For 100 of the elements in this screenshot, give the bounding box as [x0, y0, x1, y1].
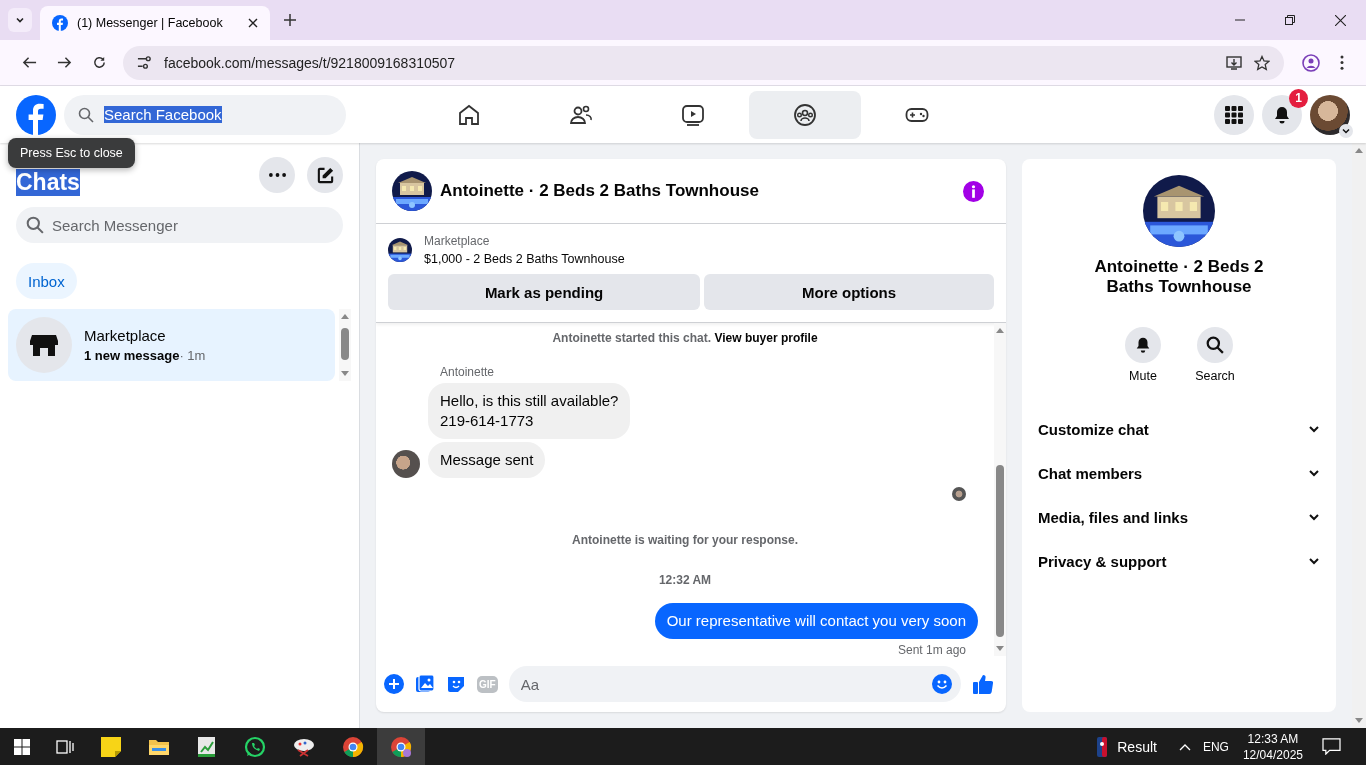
star-icon[interactable]: [1254, 54, 1270, 71]
action-label: Search: [1195, 369, 1235, 383]
chrome-taskbar-button[interactable]: [377, 728, 425, 765]
caret-icon[interactable]: [1339, 123, 1353, 138]
filter-tab[interactable]: Inbox: [16, 263, 77, 299]
new-message-button[interactable]: [307, 157, 343, 193]
menu-icon[interactable]: [1340, 55, 1344, 70]
restore-icon[interactable]: [1285, 15, 1295, 25]
mute-button[interactable]: [1125, 327, 1161, 363]
language-indicator[interactable]: ENG: [1202, 739, 1229, 754]
clock-time: 12:33 AM: [1247, 730, 1299, 747]
spreadsheet-icon[interactable]: [196, 735, 218, 758]
search-field[interactable]: Search Messenger: [16, 207, 343, 243]
search-icon: [26, 216, 44, 234]
conversation-title: Antoinette · 2 Beds 2 Baths Townhouse: [1093, 257, 1265, 297]
forward-icon[interactable]: [57, 55, 72, 70]
chrome-icon: [390, 735, 412, 758]
back-icon[interactable]: [22, 55, 37, 70]
grid-icon: [1225, 105, 1243, 124]
clock-date: 12/04/2025: [1242, 746, 1303, 763]
scroll-down-icon[interactable]: [996, 646, 1004, 651]
scroll-down-icon[interactable]: [1355, 718, 1363, 723]
install-app-icon[interactable]: [1226, 54, 1242, 71]
message-bubble: Our representative will contact you very soon: [654, 603, 978, 639]
action-label: Mute: [1129, 369, 1157, 383]
tab-title: (1) Messenger | Facebook: [77, 16, 223, 30]
section-header[interactable]: Media, files and links: [1038, 495, 1320, 539]
section-header[interactable]: Customize chat: [1038, 407, 1320, 451]
search-icon: [78, 106, 94, 123]
search-field[interactable]: Search Facebook: [64, 94, 346, 135]
phone-chat-icon[interactable]: [244, 735, 266, 758]
read-receipt-avatar: [952, 487, 966, 501]
profile-avatar[interactable]: [1310, 94, 1350, 135]
facebook-logo-icon: [52, 15, 68, 31]
video-icon: [681, 102, 705, 127]
store-icon: [16, 317, 72, 373]
system-notice: Antoinette is waiting for your response.: [571, 533, 799, 547]
message-time: 12:32 AM: [657, 573, 713, 587]
bell-icon: [1272, 104, 1292, 125]
sticker-icon[interactable]: [446, 674, 466, 694]
sticky-notes-icon[interactable]: [100, 735, 122, 758]
chevron-up-icon[interactable]: [1178, 742, 1191, 751]
listing-category: Marketplace: [424, 234, 491, 248]
tab-search-button[interactable]: [8, 8, 32, 32]
facebook-logo-icon[interactable]: [16, 94, 56, 135]
address-bar[interactable]: facebook.com/messages/t/9218009168310507: [123, 45, 1284, 80]
compose-icon: [315, 165, 335, 185]
action-button[interactable]: Mark as pending: [388, 274, 701, 310]
nav-tab[interactable]: [749, 90, 861, 139]
thumbs-up-icon[interactable]: [972, 673, 994, 695]
message-bubble: Message sent: [428, 442, 546, 478]
system-notice: Antoinette started this chat. View buyer profile: [551, 331, 819, 345]
notification-badge: 1: [1289, 88, 1308, 108]
notifications-button[interactable]: [1262, 94, 1302, 135]
browser-tab[interactable]: (1) Messenger | Facebook: [40, 6, 270, 40]
basketball-logo-icon: [1097, 736, 1108, 757]
search-button[interactable]: [1197, 327, 1233, 363]
action-button[interactable]: More options: [704, 274, 994, 310]
section-header[interactable]: Chat members: [1038, 451, 1320, 495]
scroll-down-icon[interactable]: [341, 371, 349, 376]
scroll-up-icon[interactable]: [341, 314, 349, 319]
menu-button[interactable]: [1214, 94, 1254, 135]
task-view-icon[interactable]: [56, 738, 74, 755]
buyer-profile-link[interactable]: View buyer profile: [714, 331, 818, 345]
groups-icon: [793, 102, 817, 127]
windows-start-icon[interactable]: [14, 738, 30, 755]
close-icon[interactable]: [1335, 14, 1346, 26]
chat-preview: 1 new message: [84, 348, 180, 363]
bell-icon: [1134, 336, 1152, 354]
reload-icon[interactable]: [92, 55, 107, 70]
site-settings-icon: [137, 55, 152, 70]
section-header[interactable]: Privacy & support: [1038, 539, 1320, 583]
chat-time: · 1m: [179, 348, 206, 363]
image-icon[interactable]: [415, 674, 435, 694]
chat-item[interactable]: Marketplace 1 new message· 1m: [8, 309, 335, 381]
sender-avatar: [392, 450, 420, 478]
widget-text[interactable]: Result: [1117, 738, 1157, 755]
caret-icon: [15, 15, 25, 25]
chrome-icon[interactable]: [342, 735, 364, 758]
plus-icon[interactable]: [384, 674, 404, 694]
home-icon: [457, 102, 481, 127]
chats-heading: Chats: [16, 168, 80, 196]
emoji-icon[interactable]: [932, 674, 952, 694]
more-icon: [268, 173, 286, 177]
scroll-up-icon[interactable]: [1355, 148, 1363, 153]
new-tab-icon[interactable]: [284, 14, 296, 26]
notifications-icon[interactable]: [1322, 738, 1341, 755]
search-icon: [1206, 336, 1224, 354]
profile-icon[interactable]: [1302, 53, 1320, 72]
listing-title: $1,000 - 2 Beds 2 Baths Townhouse: [424, 252, 625, 266]
chat-name: Marketplace: [84, 327, 167, 344]
tooltip: Press Esc to close: [8, 138, 135, 168]
scroll-up-icon[interactable]: [996, 328, 1004, 333]
message-bubble: Hello, is this still available? 219-614-1773: [428, 383, 631, 439]
message-status: Sent 1m ago: [897, 643, 966, 657]
info-icon[interactable]: [963, 180, 984, 202]
sender-name: Antoinette: [440, 365, 496, 379]
more-button[interactable]: [259, 157, 295, 193]
close-icon[interactable]: [248, 18, 258, 28]
message-field[interactable]: Aa: [508, 666, 961, 702]
